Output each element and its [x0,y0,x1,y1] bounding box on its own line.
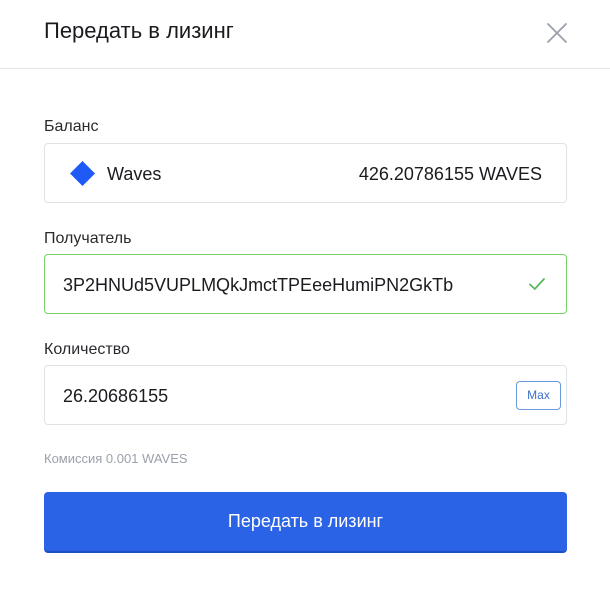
checkmark-icon [528,276,546,292]
dialog-header: Передать в лизинг [0,0,610,69]
fee-text: Комиссия 0.001 WAVES [44,451,188,466]
balance-label: Баланс [44,118,99,135]
balance-value: 426.20786155 WAVES [358,164,542,184]
waves-diamond-icon [70,161,95,186]
lease-submit-button[interactable]: Передать в лизинг [44,492,567,553]
balance-field[interactable]: Waves 426.20786155 WAVES [44,143,567,203]
amount-input[interactable]: 26.20686155 [63,385,168,407]
asset-name: Waves [107,164,162,184]
recipient-field[interactable]: 3P2HNUd5VUPLMQkJmctTPEeeHumiPN2GkTb [44,254,567,314]
close-icon[interactable] [545,21,569,45]
max-button[interactable]: Max [516,381,561,410]
amount-field[interactable]: 26.20686155 Max [44,365,567,425]
recipient-label: Получатель [44,230,132,247]
dialog-title: Передать в лизинг [44,18,234,43]
recipient-input[interactable]: 3P2HNUd5VUPLMQkJmctTPEeeHumiPN2GkTb [63,274,453,296]
amount-label: Количество [44,341,130,358]
